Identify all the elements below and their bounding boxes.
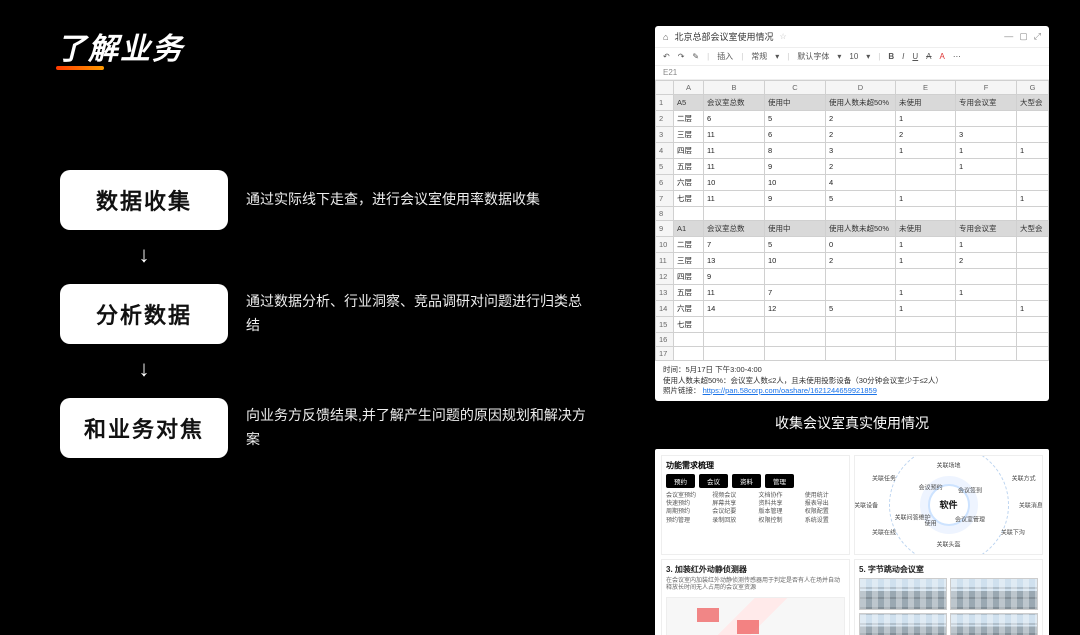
panel4-title: 5. 字节跳动会议室 <box>859 564 1038 575</box>
undo-icon: ↶ <box>663 52 670 61</box>
panel1-tab: 管理 <box>765 474 794 488</box>
diagram-node: 会议签到 <box>958 486 982 495</box>
panel3-desc: 在会议室内加装红外动静侦测传感器用于判定是否有人在场并自动释放长时间无人占用的会… <box>666 578 845 594</box>
diagram-node: 会议室管理 <box>955 514 985 523</box>
room-photo <box>950 578 1038 611</box>
panel1-item: 权限配置 <box>805 508 845 516</box>
insert-menu: 插入 <box>717 51 733 62</box>
arrow-2: ↓ <box>60 356 228 382</box>
italic-icon: I <box>902 52 904 61</box>
room-photo <box>859 578 947 611</box>
panel1-item: 快速预约 <box>666 500 706 508</box>
diagram-node: 关联下沟 <box>1001 527 1025 536</box>
font-size: 10 <box>849 52 858 61</box>
diagram-node: 关联头盔 <box>936 540 960 549</box>
title-underline <box>56 66 104 70</box>
panel1-columns: 会议室预约快速预约周期预约预约管理 视频会议屏幕共享会议纪要录制回放 文档协作资料共… <box>666 492 845 526</box>
diagram-node: 关联在线 <box>872 527 896 536</box>
more-icon: ⋯ <box>953 52 961 61</box>
panel1-item: 使用统计 <box>805 492 845 500</box>
step-2-desc: 通过数据分析、行业洞察、竞品调研对问题进行归类总结 <box>246 290 586 338</box>
report-panel-1: 功能需求梳理 预约会议资料管理 会议室预约快速预约周期预约预约管理视频会议屏幕共… <box>661 455 850 555</box>
bold-icon: B <box>888 52 894 61</box>
cell-reference: E21 <box>655 66 1049 80</box>
footer-time: 时间：5月17日 下午3:00-4:00 <box>663 365 762 374</box>
font-menu: 默认字体 <box>797 51 829 62</box>
slide: 了解业务 数据收集 通过实际线下走查，进行会议室使用率数据收集 ↓ 分析数据 通… <box>0 0 1080 635</box>
steps-column: 数据收集 通过实际线下走查，进行会议室使用率数据收集 ↓ 分析数据 通过数据分析… <box>60 170 610 470</box>
step-2-pill: 分析数据 <box>60 284 228 344</box>
sheet-doc-title: 北京总部会议室使用情况 <box>674 30 773 43</box>
report-mock: 功能需求梳理 预约会议资料管理 会议室预约快速预约周期预约预约管理视频会议屏幕共… <box>655 449 1049 635</box>
diagram-node: 关联方式 <box>1012 473 1036 482</box>
panel1-item: 报表导出 <box>805 500 845 508</box>
diagram-node: 关联消息 <box>1019 500 1043 509</box>
brush-icon: ✎ <box>692 52 699 61</box>
diagram-node: 会议预约 <box>919 482 943 491</box>
sheet-toolbar: ↶ ↷ ✎ | 插入 | 常规▾ | 默认字体▾ 10▾ | B I U A A… <box>655 48 1049 66</box>
panel1-tab: 资料 <box>732 474 761 488</box>
diagram-node: 关联设备 <box>854 500 878 509</box>
panel1-item: 周期预约 <box>666 508 706 516</box>
software-diagram: 软件 关联场地关联方式关联消息关联下沟关联头盔关联在线关联问答维护关联设备关联任… <box>859 460 1038 550</box>
spreadsheet-mock: ⌂ 北京总部会议室使用情况 ☆ —▢⤢ ↶ ↷ ✎ | 插入 | 常规▾ | 默… <box>655 26 1049 401</box>
step-3-pill: 和业务对焦 <box>60 398 228 458</box>
panel1-item: 文档协作 <box>759 492 799 500</box>
caption-1: 收集会议室真实使用情况 <box>655 413 1049 433</box>
star-icon: ☆ <box>779 32 786 41</box>
diagram-node: 使用 <box>925 518 937 527</box>
room-photo <box>950 613 1038 635</box>
step-3: 和业务对焦 向业务方反馈结果,并了解产生问题的原因规划和解决方案 <box>60 398 610 458</box>
panel1-item: 版本管理 <box>759 508 799 516</box>
strike-icon: A <box>926 52 931 61</box>
panel1-item: 屏幕共享 <box>712 500 752 508</box>
step-1-pill: 数据收集 <box>60 170 228 230</box>
footer-rule: 使用人数未超50%：会议室人数≤2人，且未使用投影设备（30分钟会议室少于≤2人… <box>663 376 943 385</box>
footer-link: https://pan.58corp.com/oashare/162124465… <box>703 386 877 395</box>
panel1-item: 视频会议 <box>712 492 752 500</box>
panel1-item: 系统设置 <box>805 517 845 525</box>
diagram-node: 关联场地 <box>936 460 960 469</box>
panel1-tabs: 预约会议资料管理 <box>666 474 845 488</box>
report-panel-4: 5. 字节跳动会议室 <box>854 559 1043 635</box>
step-3-desc: 向业务方反馈结果,并了解产生问题的原因规划和解决方案 <box>246 404 586 452</box>
home-icon: ⌂ <box>663 32 668 42</box>
panel1-item: 预约管理 <box>666 517 706 525</box>
panel1-tab: 会议 <box>699 474 728 488</box>
diagram-node: 关联任务 <box>872 473 896 482</box>
panel3-title: 3. 加装红外动静侦测器 <box>666 564 845 575</box>
panel1-item: 权限控制 <box>759 517 799 525</box>
room-photo <box>859 613 947 635</box>
right-column: ⌂ 北京总部会议室使用情况 ☆ —▢⤢ ↶ ↷ ✎ | 插入 | 常规▾ | 默… <box>655 26 1049 635</box>
step-1: 数据收集 通过实际线下走查，进行会议室使用率数据收集 <box>60 170 610 230</box>
panel1-item: 会议室预约 <box>666 492 706 500</box>
slide-title: 了解业务 <box>56 24 184 68</box>
fontcolor-icon: A <box>940 52 945 61</box>
panel1-tab: 预约 <box>666 474 695 488</box>
sheet-footer: 时间：5月17日 下午3:00-4:00 使用人数未超50%：会议室人数≤2人，… <box>655 361 1049 401</box>
panel1-item: 资料共享 <box>759 500 799 508</box>
panel1-item: 录制回放 <box>712 517 752 525</box>
report-panel-2: 软件 关联场地关联方式关联消息关联下沟关联头盔关联在线关联问答维护关联设备关联任… <box>854 455 1043 555</box>
report-panel-3: 3. 加装红外动静侦测器 在会议室内加装红外动静侦测传感器用于判定是否有人在场并… <box>661 559 850 635</box>
arrow-1: ↓ <box>60 242 228 268</box>
floorplan-thumbnail <box>666 597 845 635</box>
step-2: 分析数据 通过数据分析、行业洞察、竞品调研对问题进行归类总结 <box>60 284 610 344</box>
window-icons: —▢⤢ <box>998 31 1041 42</box>
panel1-title: 功能需求梳理 <box>666 460 845 471</box>
panel1-item: 会议纪要 <box>712 508 752 516</box>
footer-link-label: 照片链接： <box>663 386 701 395</box>
sheet-titlebar: ⌂ 北京总部会议室使用情况 ☆ —▢⤢ <box>655 26 1049 48</box>
format-menu: 常规 <box>751 51 767 62</box>
redo-icon: ↷ <box>678 52 685 61</box>
underline-icon: U <box>912 52 918 61</box>
step-1-desc: 通过实际线下走查，进行会议室使用率数据收集 <box>246 188 540 212</box>
sheet-grid: ABCDEFG1A5会议室总数使用中使用人数未超50%未使用专用会议室大型会2二… <box>655 80 1049 361</box>
meeting-room-photos <box>859 578 1038 635</box>
